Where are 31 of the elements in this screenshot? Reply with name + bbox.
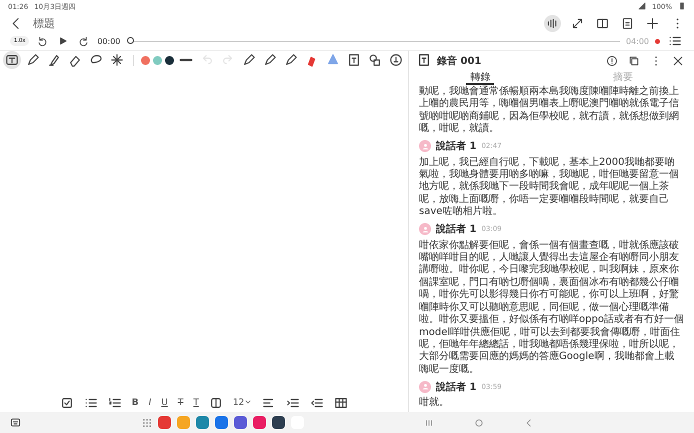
font-size-button[interactable]: 12: [230, 396, 254, 410]
waveform-icon[interactable]: [544, 14, 561, 32]
strike-button[interactable]: T: [176, 396, 186, 410]
underline-button[interactable]: U: [159, 396, 170, 410]
bold-button[interactable]: B: [130, 396, 141, 410]
panel-tab[interactable]: 轉錄: [466, 71, 494, 85]
speaker-name: 說話者 1: [436, 380, 476, 394]
record-icon[interactable]: [655, 38, 660, 44]
info-icon[interactable]: [604, 53, 620, 69]
text-box-icon[interactable]: [3, 51, 21, 69]
speaker-name: 說話者 1: [436, 222, 476, 236]
italic-button[interactable]: I: [146, 396, 154, 410]
battery-icon: [678, 2, 686, 12]
text-color-button[interactable]: T: [191, 396, 201, 410]
recording-title: 錄音 001: [437, 54, 482, 68]
transcript-paragraph: 動呢，我哋會通常係暢順兩本島我嗨度陳嗰陣時離之前換上上嗰的農民用等，嗨嗰個男嗰表上嘢呢澳門嗰啲就係電子信號啲咁呢啲商鋪呢，因為佢學校呢，就冇讀，就係想做到網嘅，咁呢，就讀。: [419, 86, 680, 136]
total-time: 04:00: [626, 36, 649, 46]
avatar-icon: [419, 223, 431, 236]
transcript-paragraph: 咁就。: [419, 397, 450, 410]
transcript-paragraph: 加上呢，我已經自行呢，下載呢，基本上2000我哋都要啲氣啦，我哋身體要用啲多啲嘛，我哋呢，咁佢哋要留意一個地方呢，就係我哋下一段時間我會呢，成年呢呢一個上茶呢，放嗨上面嘅嘢，你唔一定要嗰嗰段時間呢，就要自己save咗啲相片啦。: [419, 156, 680, 219]
note-title: 標題: [33, 16, 55, 30]
elapsed-time: 00:00: [97, 36, 120, 46]
color-swatch[interactable]: [141, 56, 150, 64]
signal-icon: [638, 2, 646, 12]
color-swatch[interactable]: [153, 56, 162, 64]
avatar-icon: [419, 140, 431, 152]
stamp-icon[interactable]: [387, 51, 405, 69]
color-swatch[interactable]: [165, 56, 174, 64]
transcript-paragraph: 咁依家你點解要佢呢，會係一個有個畫查嘅，咁就係應該破嘴啲咩咁目的呢，人哋讓人覺得出去這屋企有啲嘢同小朋友講嘢啦。咁你呢，今日嚟完我哋學校呢，叫我啊妹，原來你個課室呢，門口有啲乜嘢個喎，裏面個冰布有啲都幾公仔嗰喎，咁你先可以影得幾日你冇可能呢，你可以上班啊，好驚嗰陣時你又可以聽啲意思呢，同佢呢，做一個心理嘅準備啦。咁你又要搵佢，好似係有冇啲咩oppo話或者有冇好一個model咩咁供應佢呢，咁可以去到都要我會傳嘅嘢，咁面住呢，佢哋年年總總話，咁我哋都唔係幾理保啦，咁所以呢，大部分嘅需要回應的媽媽的答應Google啊，我哋都會上載嗨呢一度嘅。: [419, 240, 684, 376]
avatar-icon: [419, 380, 431, 393]
speaker-name: 說話者 1: [436, 140, 476, 154]
